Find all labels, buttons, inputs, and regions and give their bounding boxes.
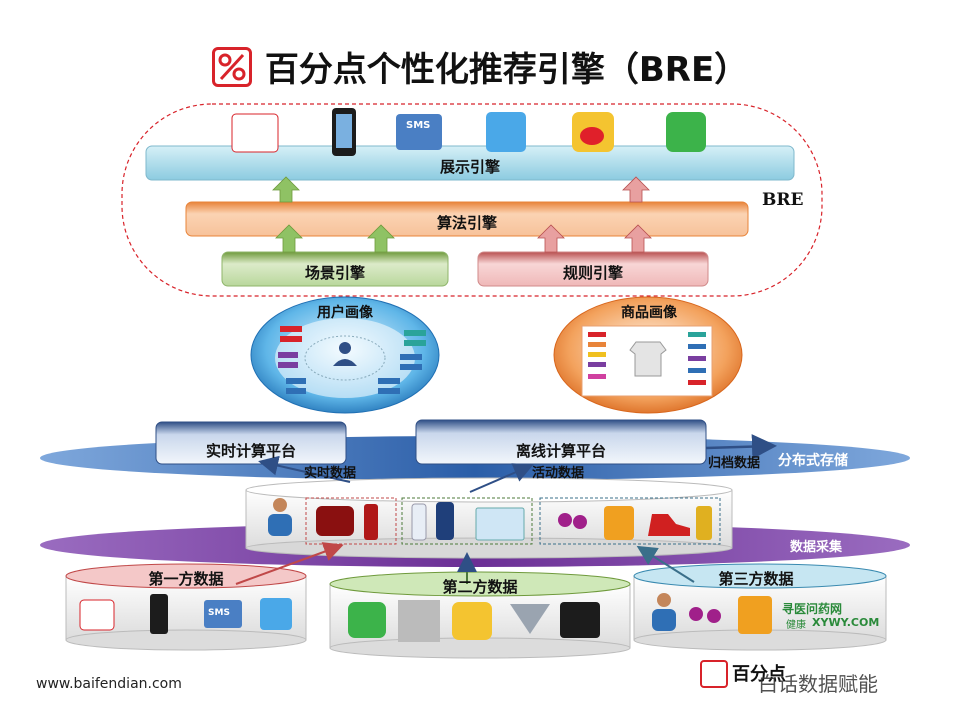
scene-engine-label: 场景引擎 — [304, 264, 365, 282]
second-party-label: 第二方数据 — [442, 578, 518, 596]
xywy-en-label: XYWY.COM — [812, 616, 880, 629]
sms-top-icon-label: SMS — [406, 120, 431, 131]
sms-icon-label: SMS — [208, 608, 230, 618]
bre-label: BRE — [762, 190, 804, 210]
realtime-platform-label: 实时计算平台 — [205, 442, 296, 460]
offline-platform-label: 离线计算平台 — [515, 442, 606, 460]
user-portrait-label: 用户画像 — [317, 305, 373, 321]
product-portrait-label: 商品画像 — [621, 305, 677, 321]
realtime-data-label: 实时数据 — [304, 466, 357, 481]
rule-engine-label: 规则引擎 — [562, 264, 623, 282]
footer-logo-icon — [700, 660, 728, 688]
distributed-storage-label: 分布式存储 — [778, 453, 848, 469]
third-party-label: 第三方数据 — [718, 570, 794, 588]
activity-data-label: 活动数据 — [532, 466, 585, 481]
algorithm-engine-label: 算法引擎 — [436, 214, 497, 232]
display-engine-label: 展示引擎 — [439, 158, 500, 176]
first-party-label: 第一方数据 — [148, 570, 224, 588]
xywy-small-label: 健康 — [786, 620, 806, 631]
data-collection-label: 数据采集 — [790, 540, 843, 555]
archive-data-label: 归档数据 — [708, 456, 761, 471]
footer-url[interactable]: www.baifendian.com — [36, 676, 182, 692]
footer-watermark: 白话数据赋能 — [758, 672, 878, 696]
xywy-cn-label: 寻医问药网 — [782, 602, 843, 616]
